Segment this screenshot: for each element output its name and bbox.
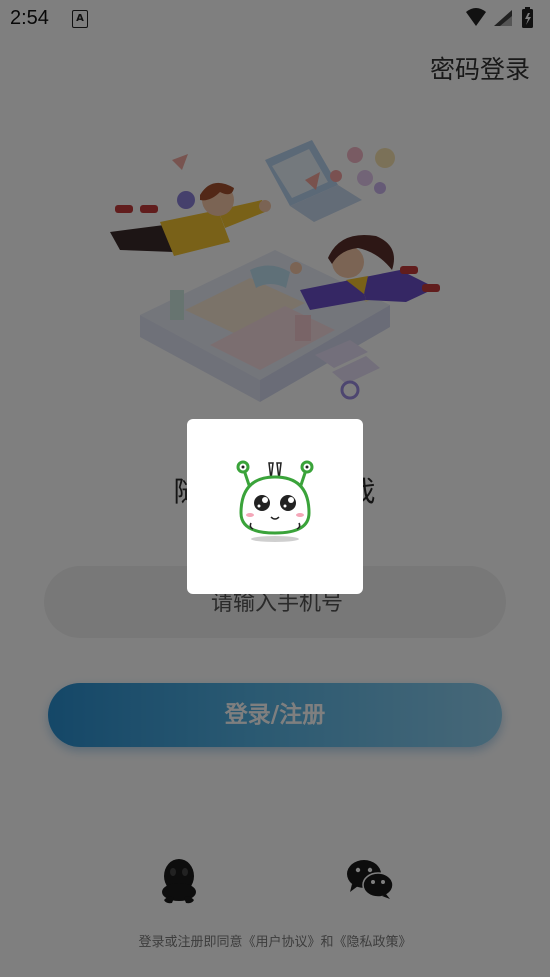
login-screen: 2:54 A 密码登录: [0, 0, 550, 977]
loading-mascot-icon: [236, 460, 314, 542]
loading-dialog: [187, 419, 363, 594]
